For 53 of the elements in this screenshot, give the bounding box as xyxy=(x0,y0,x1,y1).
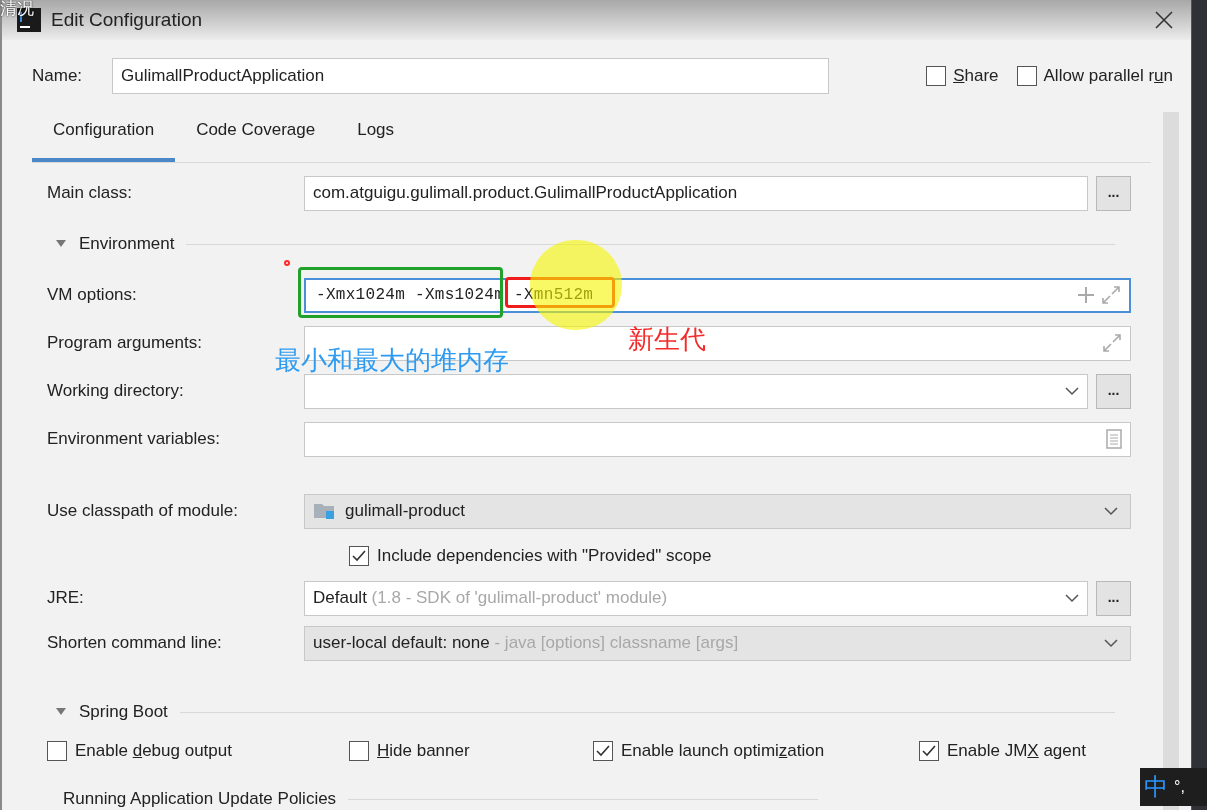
field-label: Use classpath of module: xyxy=(47,500,239,523)
checkbox-label: Include dependencies with "Provided" scope xyxy=(377,545,712,568)
browse-button[interactable]: ... xyxy=(1096,175,1131,211)
checkbox[interactable] xyxy=(349,741,369,761)
checkbox-label: Enable launch optimization xyxy=(621,740,825,763)
field-label: Program arguments: xyxy=(47,332,203,355)
annotation-note: 新生代 xyxy=(628,326,706,352)
field-label: Main class: xyxy=(47,182,134,205)
group-title: Running Application Update Policies xyxy=(63,788,337,810)
triangle-down-icon[interactable] xyxy=(55,239,67,249)
combo-box[interactable]: Default (1.8 - SDK of 'gulimall-product' module) xyxy=(304,580,1088,616)
checkbox-label: Allow parallel run xyxy=(1043,65,1173,88)
chevron-down-icon xyxy=(1104,506,1118,516)
chevron-down-icon xyxy=(1065,386,1079,396)
chevron-down-icon xyxy=(1104,638,1118,648)
ime-punctuation: °, xyxy=(1174,779,1185,795)
browse-button[interactable]: ... xyxy=(1096,580,1131,616)
checkbox[interactable] xyxy=(349,546,369,566)
ime-mode: 中 xyxy=(1144,775,1168,799)
checkbox-label: Enable debug output xyxy=(75,740,232,763)
chevron-down-icon xyxy=(1065,593,1079,603)
checkbox[interactable] xyxy=(47,741,67,761)
annotation-note: 最小和最大的堆内存 xyxy=(275,347,509,373)
expand-icon xyxy=(1101,285,1121,305)
field-label: Environment variables: xyxy=(47,428,221,451)
tab[interactable]: Configuration xyxy=(32,112,176,162)
field-label: VM options: xyxy=(47,284,138,307)
text-field[interactable] xyxy=(304,421,1131,457)
window-title: Edit Configuration xyxy=(51,7,204,32)
section-title: Environment xyxy=(79,233,175,256)
field-label: Shorten command line: xyxy=(47,632,223,655)
expand-icon xyxy=(1102,333,1122,353)
name-field[interactable]: GulimallProductApplication xyxy=(112,58,829,94)
name-label: Name: xyxy=(32,65,84,88)
tab[interactable]: Code Coverage xyxy=(175,112,337,162)
checkbox[interactable] xyxy=(1016,66,1037,86)
checkbox-label: Hide banner xyxy=(377,740,470,763)
browse-button[interactable]: ... xyxy=(1096,373,1131,409)
checkbox[interactable] xyxy=(919,741,939,761)
dropdown[interactable]: user-local default: none - java [options] classname [args] xyxy=(304,625,1131,661)
triangle-down-icon[interactable] xyxy=(55,707,67,717)
field-label: Working directory: xyxy=(47,380,185,403)
close-icon[interactable] xyxy=(1155,11,1173,29)
checkbox-label: Enable JMX agent xyxy=(947,740,1086,763)
folder-icon xyxy=(313,501,337,521)
tab[interactable]: Logs xyxy=(336,112,416,162)
checkbox-label: Share xyxy=(953,65,999,88)
checkbox[interactable] xyxy=(926,66,947,86)
dropdown[interactable]: gulimall-product xyxy=(304,493,1131,529)
section-title: Spring Boot xyxy=(79,701,168,724)
checkbox[interactable] xyxy=(593,741,613,761)
text-field[interactable]: com.atguigu.gulimall.product.GulimallProductApplication xyxy=(304,175,1088,211)
field-label: JRE: xyxy=(47,587,85,610)
